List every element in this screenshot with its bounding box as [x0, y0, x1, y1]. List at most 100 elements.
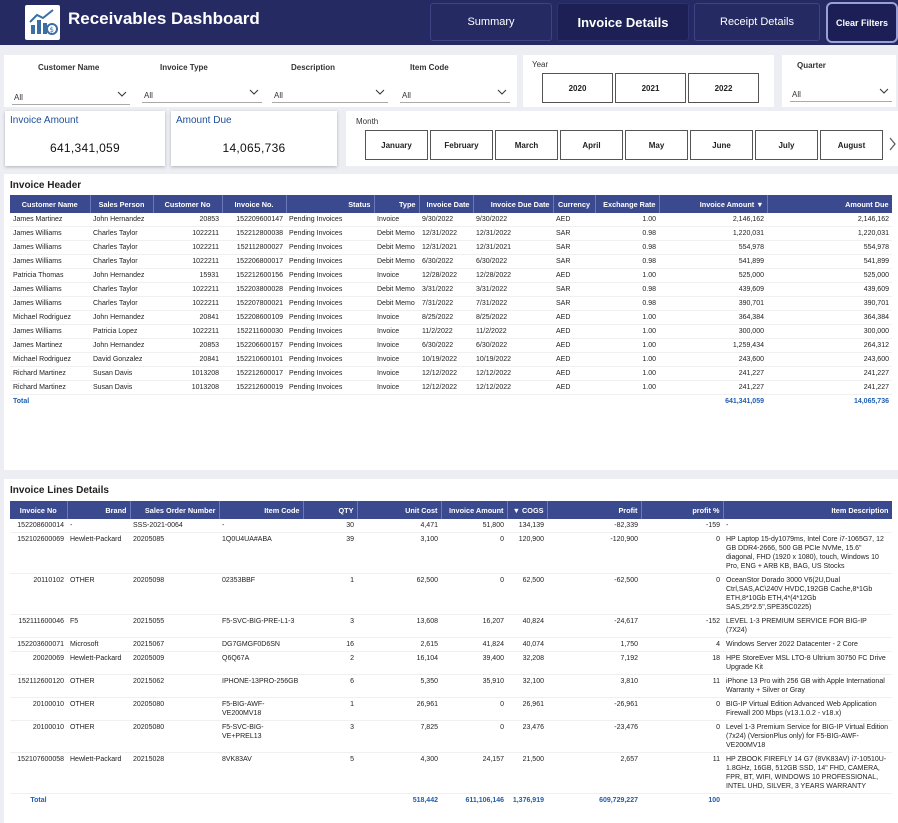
- total-label: Total: [13, 398, 30, 405]
- table-cell: Charles Taylor: [90, 296, 153, 311]
- invoice-lines-rows: 152208600014- SSS-2021-0064-30 4,471 51,800…: [10, 519, 892, 794]
- table-row[interactable]: 152107600058 Hewlett-Packard 20215028 8VK83…: [10, 752, 892, 794]
- table-cell: 152210600101: [222, 352, 286, 367]
- invoice-amount-value: 641,341,059: [49, 141, 121, 155]
- table-row[interactable]: Michael Rodriguez John Hernandez 20841 1522…: [10, 310, 892, 325]
- col-invoice-amount[interactable]: Invoice Amount: [441, 501, 508, 519]
- month-may-tile[interactable]: May: [625, 130, 688, 160]
- quarter-dropdown[interactable]: All: [790, 84, 892, 102]
- table-row[interactable]: 20100010 OTHER 20205080 F5-BIG-AWF-VE200MV1…: [10, 697, 892, 721]
- month-june-tile[interactable]: June: [690, 130, 753, 160]
- col-cogs[interactable]: ▼ COGS: [507, 501, 548, 519]
- table-cell: AED: [553, 352, 595, 367]
- table-cell: 152212800038: [222, 226, 286, 241]
- table-row[interactable]: 20110102 OTHER 20205098 02353BBF 1 62,500 0 62,…: [10, 573, 892, 615]
- table-row[interactable]: 152111600046 F5 20215055 F5-SVC-BIG-PRE-L1-…: [10, 614, 892, 638]
- col-item-description[interactable]: Item Description: [723, 501, 892, 519]
- customer-name-dropdown[interactable]: All: [12, 87, 130, 105]
- nav-receipt-details-button[interactable]: Receipt Details: [694, 3, 820, 41]
- table-cell: 9/30/2022: [419, 213, 473, 227]
- col-status[interactable]: Status: [286, 195, 375, 213]
- table-row[interactable]: Richard Martinez Susan Davis 1013208 152212…: [10, 366, 892, 381]
- col-customer-no[interactable]: Customer No: [153, 195, 223, 213]
- nav-summary-button[interactable]: Summary: [430, 3, 552, 41]
- table-row[interactable]: 152203600071 Microsoft 20215067 DG7GMGF0D6S…: [10, 637, 892, 652]
- col-profit-pct[interactable]: profit %: [641, 501, 724, 519]
- col-unit-cost[interactable]: Unit Cost: [357, 501, 442, 519]
- table-cell: Invoice: [374, 268, 419, 283]
- table-cell: -: [723, 519, 892, 533]
- table-cell: 152208600014: [10, 519, 67, 533]
- table-row[interactable]: James Williams Charles Taylor 1022211 15220…: [10, 282, 892, 297]
- table-cell: 8VK83AV: [219, 752, 303, 794]
- col-invoice-no[interactable]: Invoice No.: [222, 195, 287, 213]
- col-profit[interactable]: Profit: [547, 501, 642, 519]
- col-sales-order-number[interactable]: Sales Order Number: [130, 501, 220, 519]
- year-2020-tile[interactable]: 2020: [542, 73, 613, 103]
- month-april-tile[interactable]: April: [560, 130, 623, 160]
- table-row[interactable]: 152112600120 OTHER 20215062 IPHONE-13PRO-25…: [10, 674, 892, 698]
- table-cell: James Williams: [10, 282, 90, 297]
- invoice-type-dropdown[interactable]: All: [142, 85, 262, 103]
- table-cell: 0: [641, 720, 723, 753]
- month-february-tile[interactable]: February: [430, 130, 493, 160]
- invoice-type-value: All: [144, 91, 153, 100]
- col-invoice-due-date[interactable]: Invoice Due Date: [473, 195, 554, 213]
- col-invoice-no[interactable]: Invoice No: [10, 501, 68, 519]
- table-cell: Invoice: [374, 213, 419, 227]
- month-march-tile[interactable]: March: [495, 130, 558, 160]
- table-cell: 12/28/2022: [419, 268, 473, 283]
- table-cell: 20205098: [130, 573, 219, 615]
- table-row[interactable]: James Williams Charles Taylor 1022211 15211…: [10, 240, 892, 255]
- col-amount-due[interactable]: Amount Due: [767, 195, 892, 213]
- table-cell: 6/30/2022: [419, 338, 473, 353]
- table-row[interactable]: 152102600069 Hewlett-Packard 20205085 1Q0U4…: [10, 532, 892, 574]
- table-row[interactable]: Richard Martinez Susan Davis 1013208 152212…: [10, 380, 892, 395]
- table-cell: 20205009: [130, 651, 219, 675]
- table-row[interactable]: Michael Rodriguez David Gonzalez 20841 1522…: [10, 352, 892, 367]
- table-row[interactable]: 152208600014- SSS-2021-0064-30 4,471 51,800…: [10, 519, 892, 533]
- table-cell: 300,000: [659, 324, 767, 339]
- table-row[interactable]: James Martinez John Hernandez 20853 1522066…: [10, 338, 892, 353]
- chevron-right-icon[interactable]: [888, 137, 897, 151]
- table-cell: 1022211: [153, 296, 222, 311]
- description-dropdown[interactable]: All: [272, 85, 388, 103]
- col-currency[interactable]: Currency: [553, 195, 596, 213]
- invoice-amount-label: Invoice Amount: [10, 115, 79, 126]
- nav-invoice-details-button[interactable]: Invoice Details: [557, 3, 689, 41]
- table-row[interactable]: 20100010 OTHER 20205080 F5-SVC-BIG-VE+PREL1…: [10, 720, 892, 753]
- table-cell: Debit Memo: [374, 282, 419, 297]
- col-exchange-rate[interactable]: Exchange Rate: [595, 195, 660, 213]
- table-row[interactable]: James Williams Charles Taylor 1022211 15220…: [10, 254, 892, 269]
- col-type[interactable]: Type: [374, 195, 420, 213]
- table-cell: Pending Invoices: [286, 240, 374, 255]
- col-invoice-amount[interactable]: Invoice Amount ▼: [659, 195, 768, 213]
- table-cell: 152209600147: [222, 213, 286, 227]
- month-july-tile[interactable]: July: [755, 130, 818, 160]
- table-row[interactable]: Patricia Thomas John Hernandez 15931 152212…: [10, 268, 892, 283]
- col-sales-person[interactable]: Sales Person: [90, 195, 154, 213]
- table-cell: 525,000: [767, 268, 892, 283]
- table-cell: 6: [303, 674, 357, 698]
- table-cell: 12/12/2022: [419, 380, 473, 395]
- col-item-code[interactable]: Item Code: [219, 501, 304, 519]
- table-row[interactable]: James Williams Patricia Lopez 1022211 15221…: [10, 324, 892, 339]
- table-row[interactable]: 20020069 Hewlett-Packard 20205009 Q6Q67A 2 16…: [10, 651, 892, 675]
- col-invoice-date[interactable]: Invoice Date: [419, 195, 474, 213]
- year-2022-tile[interactable]: 2022: [688, 73, 759, 103]
- table-row[interactable]: James Williams Charles Taylor 1022211 15221…: [10, 226, 892, 241]
- month-august-tile[interactable]: August: [820, 130, 883, 160]
- table-cell: Michael Rodriguez: [10, 352, 90, 367]
- year-2021-tile[interactable]: 2021: [615, 73, 686, 103]
- table-cell: -152: [641, 614, 723, 638]
- col-qty[interactable]: QTY: [303, 501, 358, 519]
- month-january-tile[interactable]: January: [365, 130, 428, 160]
- item-code-dropdown[interactable]: All: [400, 85, 510, 103]
- clear-filters-button[interactable]: Clear Filters: [826, 2, 898, 43]
- amount-due-label: Amount Due: [176, 115, 232, 126]
- table-row[interactable]: James Martinez John Hernandez 20853 1522096…: [10, 213, 892, 227]
- col-customer-name[interactable]: Customer Name: [10, 195, 91, 213]
- table-cell: 21,500: [507, 752, 547, 794]
- table-row[interactable]: James Williams Charles Taylor 1022211 15220…: [10, 296, 892, 311]
- col-brand[interactable]: Brand: [67, 501, 131, 519]
